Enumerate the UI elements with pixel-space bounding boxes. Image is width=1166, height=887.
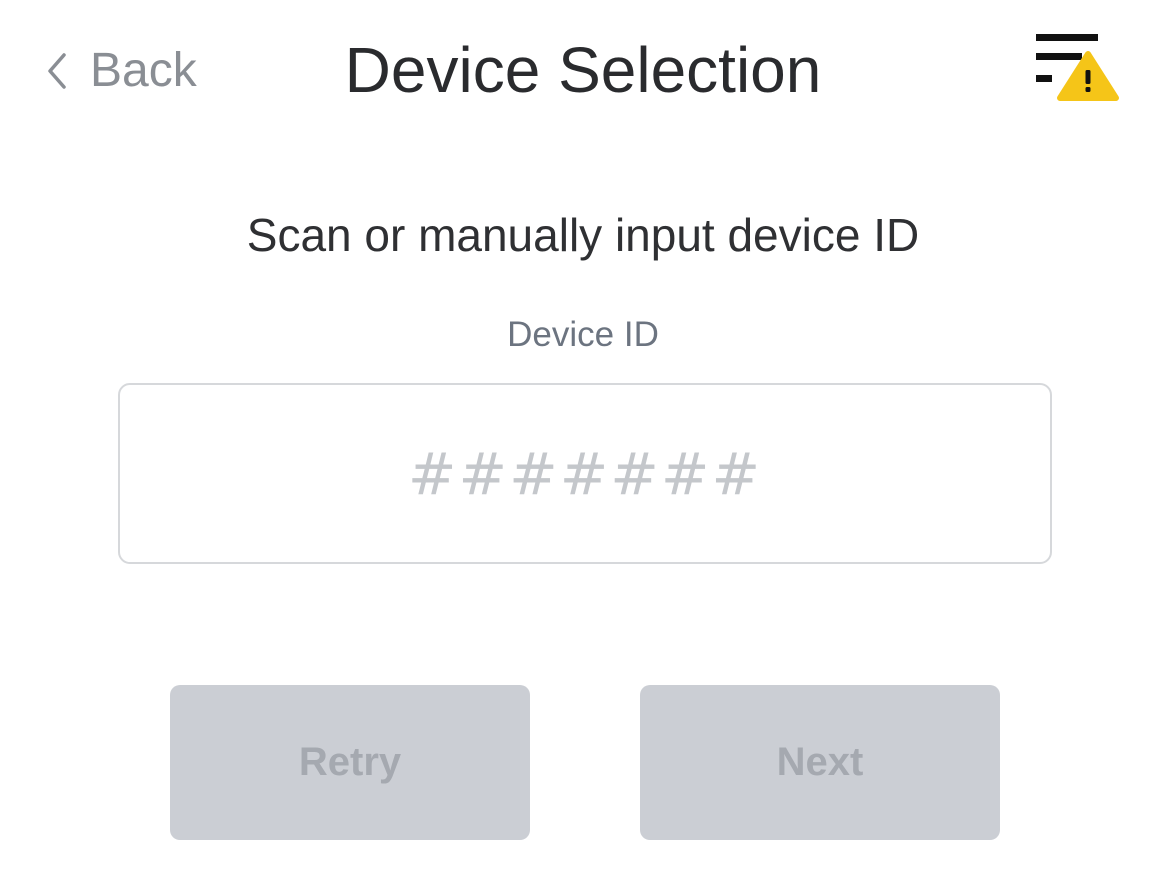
device-selection-screen: Back Device Selection Scan or manually i… [0,0,1166,887]
back-label: Back [90,44,197,97]
chevron-left-icon [44,51,70,91]
device-id-label: Device ID [507,315,659,354]
next-button[interactable]: Next [640,685,1000,840]
instruction-text: Scan or manually input device ID [246,209,920,261]
filter-warning-button[interactable] [1030,30,1122,104]
filter-warning-icon [1030,30,1122,104]
back-button[interactable]: Back [44,40,197,102]
retry-button[interactable]: Retry [170,685,530,840]
device-id-input[interactable] [118,383,1052,564]
